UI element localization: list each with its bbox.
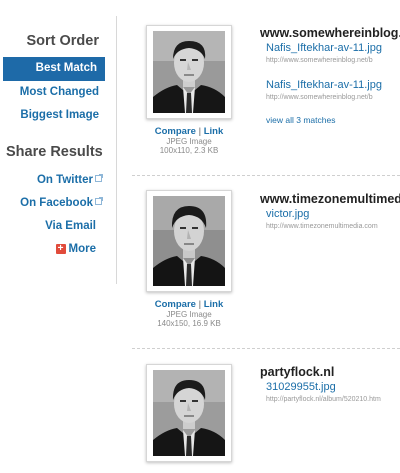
match-filename[interactable]: Nafis_Iftekhar-av-11.jpg (266, 79, 382, 91)
portrait-image (153, 370, 225, 456)
image-dimensions: 100x110, 2.3 KB (159, 146, 219, 155)
image-type: JPEG Image (166, 137, 212, 146)
share-more-label: More (68, 243, 96, 255)
plus-icon: + (55, 244, 66, 254)
share-twitter-label: On Twitter (36, 174, 93, 186)
sidebar: Sort Order Best Match Most Changed Bigge… (0, 0, 112, 473)
portrait-image-graphic (153, 196, 225, 286)
portrait-image-graphic (153, 31, 225, 113)
sort-best-match[interactable]: Best Match (3, 57, 105, 81)
result-thumbnail[interactable] (146, 190, 232, 292)
compare-link[interactable]: Compare (155, 299, 196, 310)
match-url: http://partyflock.nl/album/520210.htm (266, 396, 381, 403)
link-link[interactable]: Link (204, 126, 224, 137)
thumbnail-meta: Compare | Link JPEG Image 100x110, 2.3 K… (132, 126, 246, 155)
result-thumbnail[interactable] (146, 25, 232, 119)
portrait-image (153, 196, 225, 286)
portrait-image-graphic (153, 370, 225, 456)
match-url: http://www.timezonemultimedia.com (266, 223, 378, 230)
view-all-matches-link[interactable]: view all 3 matches (266, 115, 335, 125)
result-site-name: www.somewhereinblog. (260, 26, 400, 40)
sort-most-changed[interactable]: Most Changed (20, 86, 99, 98)
share-facebook-label: On Facebook (20, 197, 93, 209)
result-thumbnail[interactable] (146, 364, 232, 462)
external-link-icon (95, 197, 103, 205)
external-link-icon (95, 174, 103, 182)
match-url: http://www.somewhereinblog.net/b (266, 94, 373, 101)
share-email-link[interactable]: Via Email (45, 220, 96, 232)
thumbnail-actions: Compare | Link (132, 299, 246, 310)
result-site-name: partyflock.nl (260, 365, 335, 379)
share-facebook-link[interactable]: On Facebook (20, 197, 103, 209)
share-twitter-link[interactable]: On Twitter (36, 174, 103, 186)
sort-best-match-label: Best Match (35, 62, 97, 74)
compare-link[interactable]: Compare (155, 126, 196, 137)
sidebar-divider (116, 16, 117, 284)
result-site-name: www.timezonemultimed (260, 192, 400, 206)
match-filename[interactable]: victor.jpg (266, 208, 309, 220)
match-filename[interactable]: 31029955t.jpg (266, 381, 336, 393)
match-filename[interactable]: Nafis_Iftekhar-av-11.jpg (266, 42, 382, 54)
thumbnail-meta: Compare | Link JPEG Image 140x150, 16.9 … (132, 299, 246, 328)
portrait-image (153, 31, 225, 113)
sort-order-heading: Sort Order (26, 33, 99, 49)
share-more-link[interactable]: + More (55, 243, 96, 255)
link-link[interactable]: Link (204, 299, 224, 310)
action-separator: | (198, 126, 202, 137)
image-dimensions: 140x150, 16.9 KB (157, 319, 221, 328)
share-results-heading: Share Results (6, 144, 103, 160)
action-separator: | (198, 299, 202, 310)
image-type: JPEG Image (166, 310, 212, 319)
match-url: http://www.somewhereinblog.net/b (266, 57, 373, 64)
thumbnail-actions: Compare | Link (132, 126, 246, 137)
result-separator (132, 348, 400, 349)
sort-biggest-image[interactable]: Biggest Image (20, 109, 99, 121)
result-separator (132, 175, 400, 176)
